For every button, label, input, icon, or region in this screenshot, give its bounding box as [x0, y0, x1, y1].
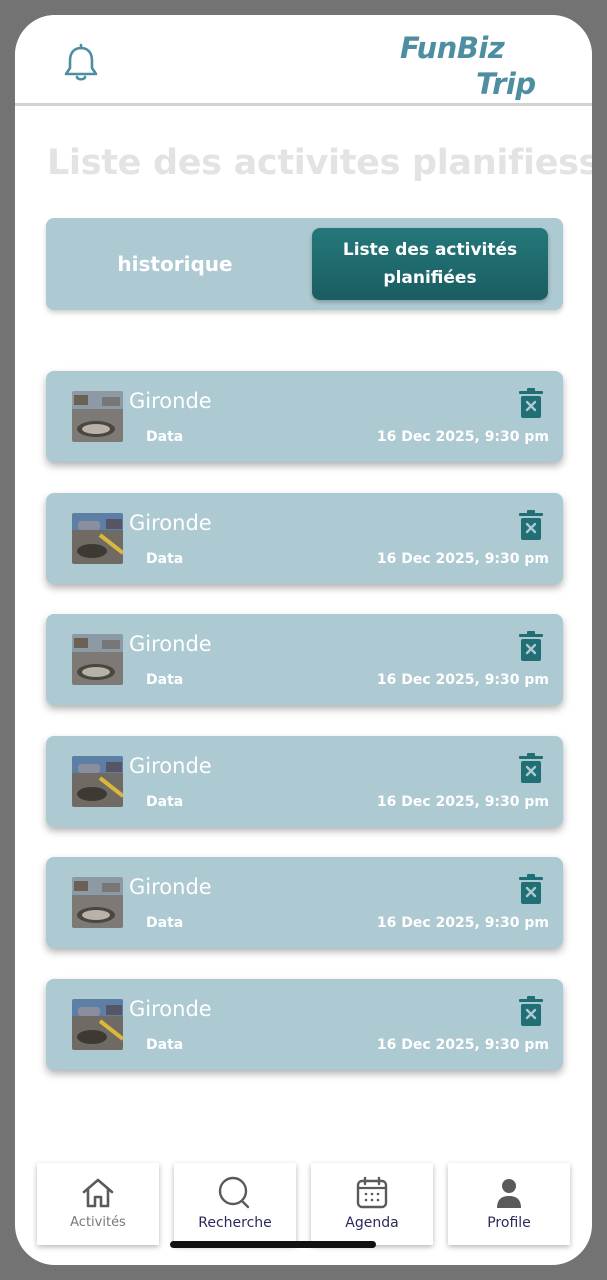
user-icon — [497, 1179, 521, 1208]
trash-icon[interactable] — [519, 752, 543, 783]
activity-card[interactable]: Gironde Data 16 Dec 2025, 9:30 pm — [46, 735, 563, 827]
bell-icon[interactable] — [63, 43, 99, 83]
nav-recherche[interactable]: Recherche — [174, 1163, 296, 1245]
activity-thumbnail — [72, 634, 123, 686]
activity-thumbnail — [72, 512, 123, 564]
app-header: FunBiz Trip — [15, 15, 592, 106]
activity-date: 16 Dec 2025, 9:30 pm — [376, 550, 549, 567]
activity-subtitle: Data — [146, 793, 184, 810]
trash-icon[interactable] — [519, 509, 543, 540]
trash-icon[interactable] — [519, 388, 543, 418]
activity-thumbnail — [72, 755, 123, 807]
trash-icon[interactable] — [519, 874, 543, 905]
tab-bar: historique Liste des activités planifiée… — [46, 218, 563, 310]
activity-thumbnail — [72, 391, 123, 442]
trash-icon[interactable] — [519, 631, 543, 662]
app-screen: FunBiz Trip Liste des activites planifie… — [15, 15, 592, 1265]
tab-planned-label-line2: planifiées — [383, 268, 477, 288]
tab-historique[interactable]: historique — [46, 218, 304, 310]
activity-date: 16 Dec 2025, 9:30 pm — [376, 915, 549, 932]
nav-profile-label: Profile — [487, 1215, 531, 1231]
activity-title: Gironde — [129, 510, 212, 535]
activity-subtitle: Data — [146, 672, 184, 689]
page-title: Liste des activites planifiess — [47, 143, 592, 183]
activity-list: Gironde Data 16 Dec 2025, 9:30 pm Girond… — [46, 371, 563, 1101]
activity-title: Gironde — [129, 875, 212, 900]
activity-title: Gironde — [129, 753, 212, 778]
home-indicator — [170, 1241, 376, 1248]
logo-line-2: Trip — [476, 67, 536, 101]
bottom-nav: Activités Recherche Agenda Profile — [37, 1163, 570, 1245]
activity-title: Gironde — [129, 389, 212, 413]
tab-planned-activities[interactable]: Liste des activités planifiées — [312, 228, 548, 300]
activity-thumbnail — [72, 877, 123, 929]
activity-card[interactable]: Gironde Data 16 Dec 2025, 9:30 pm — [46, 492, 563, 584]
activity-date: 16 Dec 2025, 9:30 pm — [376, 672, 549, 689]
search-icon — [218, 1176, 250, 1209]
nav-activites[interactable]: Activités — [37, 1163, 159, 1245]
activity-title: Gironde — [129, 996, 212, 1021]
nav-profile[interactable]: Profile — [448, 1163, 570, 1245]
activity-card[interactable]: Gironde Data 16 Dec 2025, 9:30 pm — [46, 978, 563, 1070]
nav-agenda[interactable]: Agenda — [311, 1163, 433, 1245]
tab-planned-label-line1: Liste des activités — [342, 240, 518, 260]
trash-icon[interactable] — [519, 995, 543, 1026]
activity-card[interactable]: Gironde Data 16 Dec 2025, 9:30 pm — [46, 857, 563, 949]
calendar-icon — [356, 1176, 388, 1209]
activity-card[interactable]: Gironde Data 16 Dec 2025, 9:30 pm — [46, 614, 563, 706]
home-icon — [82, 1178, 114, 1208]
logo-line-1: FunBiz — [400, 31, 505, 65]
activity-title: Gironde — [129, 632, 212, 657]
nav-activites-label: Activités — [70, 1215, 126, 1230]
activity-subtitle: Data — [146, 550, 184, 567]
activity-thumbnail — [72, 998, 123, 1050]
activity-date: 16 Dec 2025, 9:30 pm — [376, 429, 549, 445]
activity-card[interactable]: Gironde Data 16 Dec 2025, 9:30 pm — [46, 371, 563, 462]
nav-recherche-label: Recherche — [198, 1215, 272, 1231]
nav-agenda-label: Agenda — [345, 1215, 399, 1231]
activity-date: 16 Dec 2025, 9:30 pm — [376, 1036, 549, 1053]
activity-subtitle: Data — [146, 429, 184, 445]
activity-date: 16 Dec 2025, 9:30 pm — [376, 793, 549, 810]
activity-subtitle: Data — [146, 915, 184, 932]
app-logo: FunBiz Trip — [400, 29, 550, 105]
tab-historique-label: historique — [117, 252, 233, 276]
activity-subtitle: Data — [146, 1036, 184, 1053]
